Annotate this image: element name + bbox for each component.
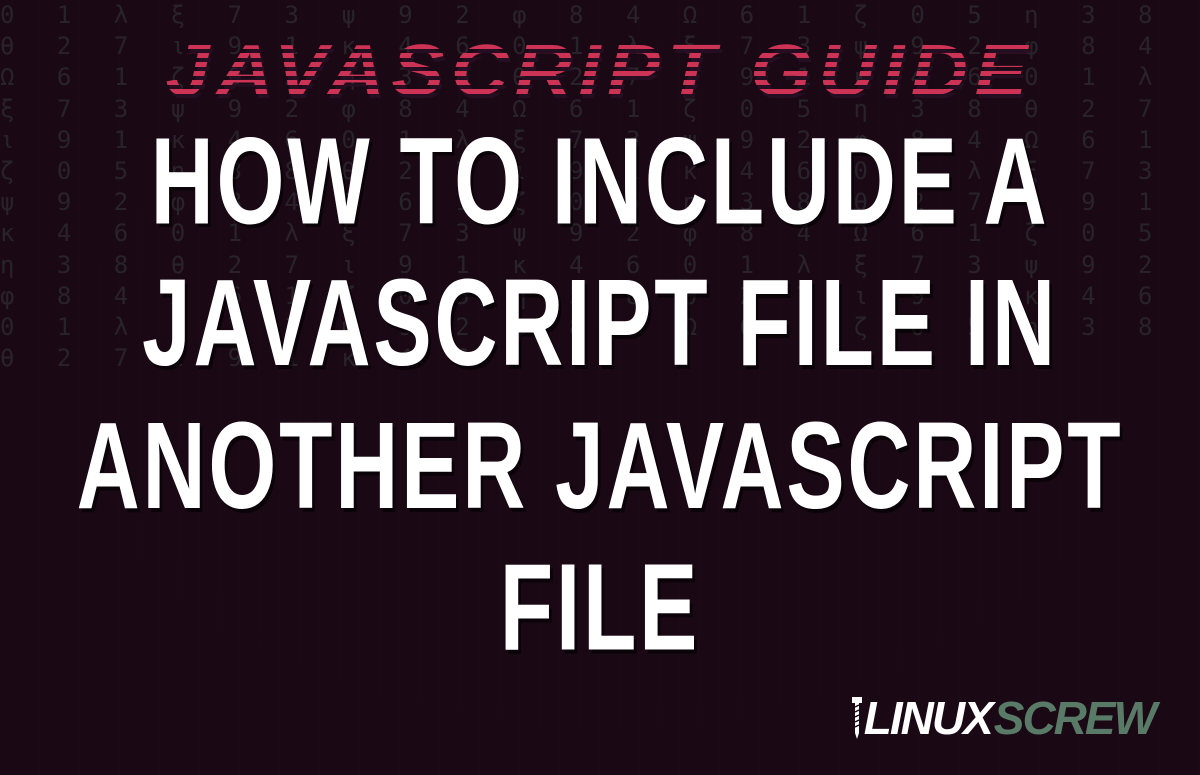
site-logo: LINUX SCREW (848, 691, 1155, 745)
category-subtitle: JAVASCRIPT GUIDE (166, 30, 1034, 112)
content-container: JAVASCRIPT GUIDE HOW TO INCLUDE A JAVASC… (0, 0, 1200, 775)
article-title: HOW TO INCLUDE A JAVASCRIPT FILE IN ANOT… (48, 111, 1152, 679)
logo-text-screw: SCREW (994, 691, 1155, 745)
logo-text-linux: LINUX (864, 691, 992, 745)
screw-icon (848, 695, 866, 741)
